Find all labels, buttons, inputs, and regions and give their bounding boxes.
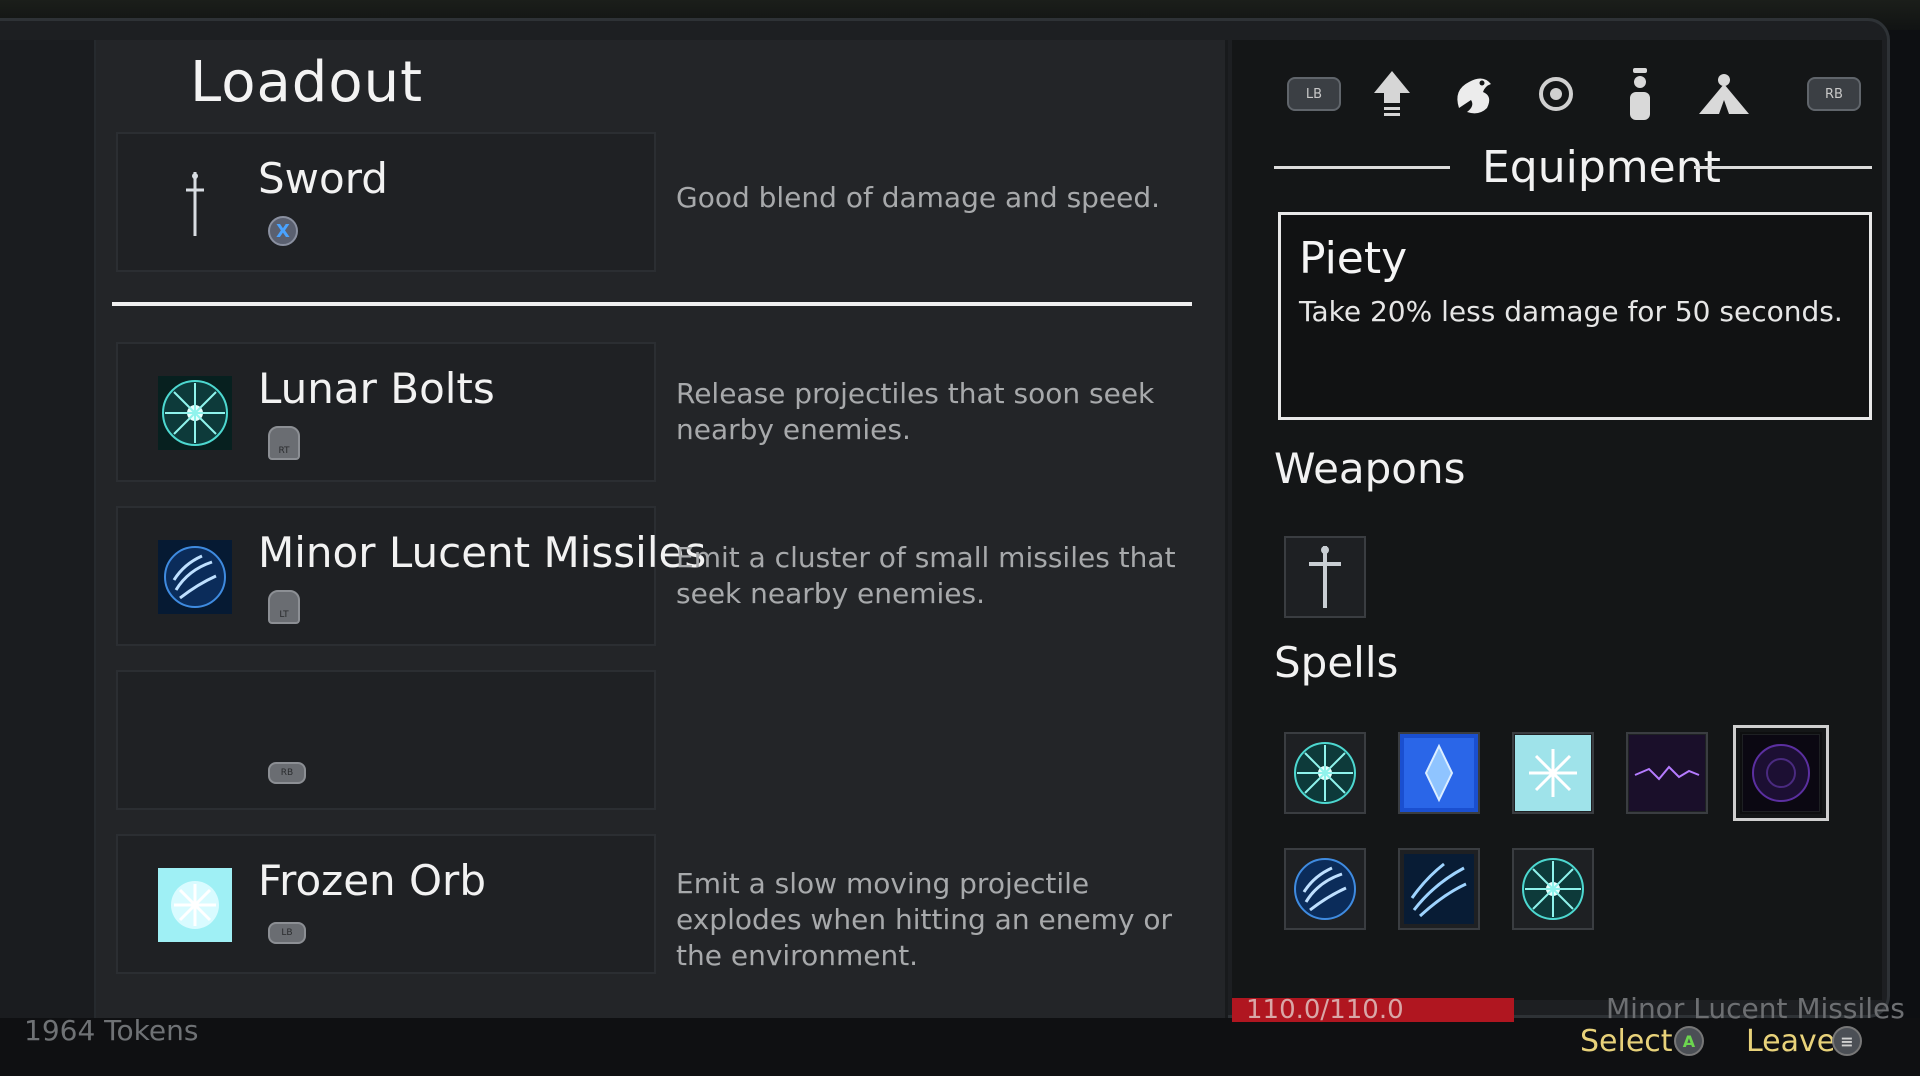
rt-button-icon: RT — [268, 426, 300, 460]
sword-icon — [186, 172, 204, 236]
section-line-right — [1694, 166, 1872, 169]
divider — [112, 302, 1192, 306]
slot-name: Lunar Bolts — [258, 364, 495, 413]
equipment-title: Equipment — [1482, 142, 1721, 193]
ice-shard-icon — [1404, 738, 1474, 808]
sword-icon — [1309, 546, 1341, 608]
spell-slot-lucent-missiles[interactable] — [1284, 848, 1366, 930]
tab-upgrades[interactable] — [1362, 62, 1422, 126]
lucent-missiles-icon — [158, 540, 232, 614]
slot-description: Emit a cluster of small missiles that se… — [676, 541, 1176, 610]
lb-bumper-icon: LB — [1287, 77, 1341, 111]
slot-description: Emit a slow moving projectile explodes w… — [676, 867, 1173, 972]
tab-map[interactable] — [1694, 62, 1754, 126]
purple-lightning-icon — [1629, 735, 1705, 811]
page-title: Loadout — [190, 50, 424, 115]
weapon-slot-sword[interactable] — [1284, 536, 1366, 618]
loadout-slot-frozen-orb[interactable]: Frozen Orb LB — [116, 834, 656, 974]
slot-name: Sword — [258, 154, 388, 203]
slot-name: Frozen Orb — [258, 856, 486, 905]
loadout-panel: Loadout Sword X Good blend of damage and… — [96, 40, 1228, 1025]
section-line-left — [1274, 166, 1450, 169]
ring-icon — [1539, 77, 1573, 111]
health-bar: 110.0/110.0 — [1232, 998, 1514, 1022]
void-circle-icon — [1743, 735, 1819, 811]
left-edge-panel — [0, 40, 96, 1025]
slot-description: Release projectiles that soon seek nearb… — [676, 377, 1155, 446]
leave-prompt-label[interactable]: Leave — [1746, 1024, 1835, 1059]
potion-icon — [1630, 68, 1650, 120]
a-button-icon: A — [1674, 1026, 1704, 1056]
tab-spells[interactable] — [1444, 62, 1504, 126]
x-button-icon: X — [268, 216, 298, 246]
slot-description: Good blend of damage and speed. — [676, 181, 1161, 214]
rb-bumper-icon: RB — [1807, 77, 1861, 111]
lunar-bolts-icon — [1522, 858, 1584, 920]
tab-left-bumper[interactable]: LB — [1284, 62, 1344, 126]
equipment-panel: LB RB Equipment Piety Take 20% less dama… — [1232, 40, 1882, 1000]
equipped-spell-label: Minor Lucent Missiles — [1606, 992, 1905, 1025]
loadout-slot-sword[interactable]: Sword X — [116, 132, 656, 272]
spell-slot-lucent-bolts[interactable] — [1398, 848, 1480, 930]
spell-slot-blue-shard[interactable] — [1398, 732, 1480, 814]
lt-button-icon: LT — [268, 590, 300, 624]
dragon-icon — [1457, 78, 1491, 114]
menu-button-icon: ≡ — [1832, 1026, 1862, 1056]
loadout-slot-empty[interactable]: RB — [116, 670, 656, 810]
select-prompt-label[interactable]: Select — [1580, 1024, 1673, 1059]
loadout-slot-lunar-bolts[interactable]: Lunar Bolts RT — [116, 342, 656, 482]
item-tooltip: Piety Take 20% less damage for 50 second… — [1278, 212, 1872, 420]
lucent-missiles-icon — [1294, 858, 1356, 920]
map-icon — [1699, 74, 1749, 114]
lucent-streaks-icon — [1404, 854, 1474, 924]
spell-slot-purple-wave[interactable] — [1626, 732, 1708, 814]
token-count: 1964 Tokens — [24, 1014, 199, 1047]
lunar-bolts-icon — [1294, 742, 1356, 804]
spells-title: Spells — [1274, 638, 1399, 687]
lb-button-icon: LB — [268, 922, 306, 944]
tooltip-name: Piety — [1299, 233, 1408, 284]
tab-consumables[interactable] — [1610, 62, 1670, 126]
spell-slot-frozen-orb[interactable] — [1512, 732, 1594, 814]
spell-slot-lunar-bolts[interactable] — [1284, 732, 1366, 814]
slot-name: Minor Lucent Missiles — [258, 528, 707, 577]
frozen-orb-icon — [1515, 735, 1591, 811]
loadout-slot-lucent-missiles[interactable]: Minor Lucent Missiles LT — [116, 506, 706, 646]
lunar-bolts-icon — [158, 376, 232, 450]
upgrade-arrow-icon — [1374, 71, 1410, 116]
spell-slot-lunar-bolts-2[interactable] — [1512, 848, 1594, 930]
weapons-title: Weapons — [1274, 444, 1466, 493]
tab-right-bumper[interactable]: RB — [1804, 62, 1864, 126]
spell-slot-void-circle[interactable] — [1733, 725, 1829, 821]
frozen-orb-icon — [158, 868, 232, 942]
rb-button-icon: RB — [268, 762, 306, 784]
tooltip-description: Take 20% less damage for 50 seconds. — [1299, 295, 1843, 328]
tab-rings[interactable] — [1526, 62, 1586, 126]
category-tabs: LB RB — [1284, 62, 1864, 126]
